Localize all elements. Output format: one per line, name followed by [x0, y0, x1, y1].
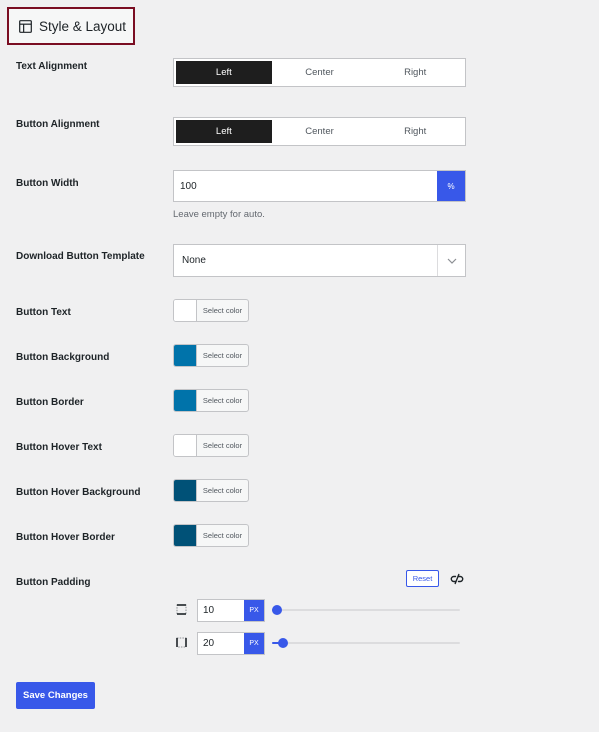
download-template-label: Download Button Template: [16, 251, 145, 262]
chevron-down-icon: [447, 258, 456, 264]
button-alignment-label: Button Alignment: [16, 119, 100, 130]
save-changes-button[interactable]: Save Changes: [16, 682, 95, 709]
button-background-color-picker[interactable]: Select color: [173, 344, 249, 367]
padding-vertical-input[interactable]: 10 PX: [197, 599, 265, 622]
button-hover-background-color-picker[interactable]: Select color: [173, 479, 249, 502]
unlink-icon[interactable]: [449, 571, 465, 587]
padding-vertical-value[interactable]: 10: [198, 600, 244, 621]
button-hover-background-color-label: Button Hover Background: [16, 487, 141, 498]
text-alignment-label: Text Alignment: [16, 61, 88, 72]
padding-vertical-slider[interactable]: [272, 604, 460, 616]
button-alignment-control: Left Center Right: [173, 117, 466, 146]
padding-horizontal-value[interactable]: 20: [198, 633, 244, 654]
button-width-unit[interactable]: %: [437, 171, 465, 201]
slider-thumb[interactable]: [272, 605, 282, 615]
slider-thumb[interactable]: [278, 638, 289, 648]
select-color-label: Select color: [202, 351, 243, 360]
color-swatch: [174, 345, 197, 366]
padding-horizontal-unit[interactable]: PX: [244, 633, 264, 654]
text-align-left-option[interactable]: Left: [176, 61, 272, 84]
button-border-color-label: Button Border: [16, 397, 84, 408]
padding-horizontal-icon: [176, 637, 187, 648]
button-width-input[interactable]: 100 %: [173, 170, 466, 202]
select-color-label: Select color: [202, 441, 243, 450]
button-hover-border-color-picker[interactable]: Select color: [173, 524, 249, 547]
section-tab-style-layout[interactable]: Style & Layout: [7, 7, 135, 45]
button-align-left-option[interactable]: Left: [176, 120, 272, 143]
download-template-value: None: [182, 255, 206, 266]
button-width-label: Button Width: [16, 178, 79, 189]
button-hover-border-color-label: Button Hover Border: [16, 532, 115, 543]
button-text-color-label: Button Text: [16, 307, 71, 318]
button-align-right-option[interactable]: Right: [367, 120, 463, 143]
select-color-label: Select color: [202, 396, 243, 405]
select-color-label: Select color: [202, 306, 243, 315]
padding-horizontal-slider[interactable]: [272, 637, 460, 649]
button-width-help: Leave empty for auto.: [173, 209, 265, 220]
text-align-right-option[interactable]: Right: [367, 61, 463, 84]
download-template-select[interactable]: None: [173, 244, 466, 277]
layout-icon: [19, 19, 32, 33]
section-title: Style & Layout: [39, 18, 127, 34]
color-swatch: [174, 435, 197, 456]
button-hover-text-color-picker[interactable]: Select color: [173, 434, 249, 457]
padding-reset-button[interactable]: Reset: [406, 570, 439, 587]
color-swatch: [174, 300, 197, 321]
padding-vertical-icon: [176, 604, 187, 615]
color-swatch: [174, 525, 197, 546]
color-swatch: [174, 480, 197, 501]
button-width-value[interactable]: 100: [174, 171, 437, 201]
button-background-color-label: Button Background: [16, 352, 110, 363]
text-alignment-control: Left Center Right: [173, 58, 466, 87]
button-border-color-picker[interactable]: Select color: [173, 389, 249, 412]
padding-horizontal-input[interactable]: 20 PX: [197, 632, 265, 655]
select-color-label: Select color: [202, 486, 243, 495]
padding-vertical-unit[interactable]: PX: [244, 600, 264, 621]
text-align-center-option[interactable]: Center: [272, 61, 368, 84]
button-align-center-option[interactable]: Center: [272, 120, 368, 143]
button-hover-text-color-label: Button Hover Text: [16, 442, 102, 453]
select-color-label: Select color: [202, 531, 243, 540]
button-padding-label: Button Padding: [16, 577, 91, 588]
button-text-color-picker[interactable]: Select color: [173, 299, 249, 322]
color-swatch: [174, 390, 197, 411]
